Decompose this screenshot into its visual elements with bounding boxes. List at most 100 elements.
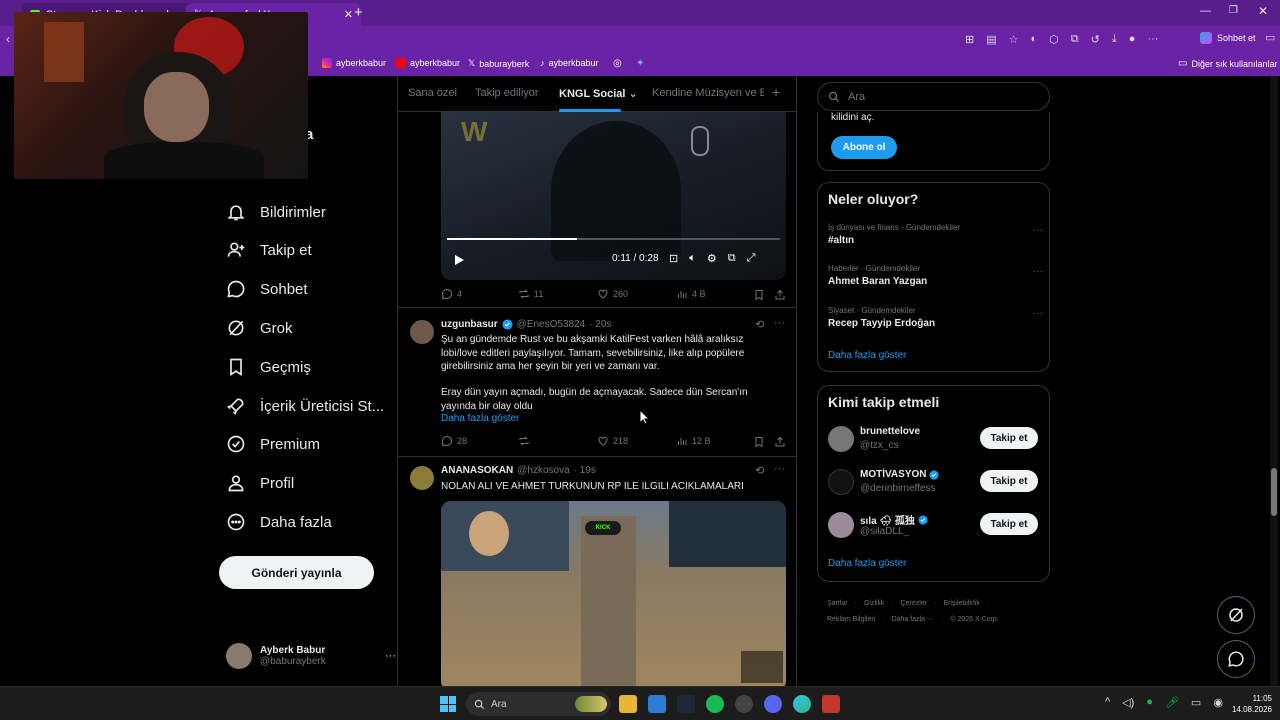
scrollbar-thumb[interactable] — [1271, 468, 1277, 516]
nav-grok[interactable]: Grok — [226, 309, 396, 347]
sparkle-icon[interactable]: ✦ — [636, 58, 644, 69]
windows-start-icon[interactable] — [440, 696, 456, 712]
chevron-up-icon[interactable]: ^ — [1105, 696, 1110, 709]
follow-suggestion[interactable]: sıla 🌧 孤独 @silaDLL_ Takip et — [828, 510, 1041, 540]
video-player[interactable]: W 0:11 / 0:28 ⊡ 🔈︎ ⚙︎ ⧉ ⤢ — [441, 106, 786, 280]
copilot-icon[interactable]: ◐ — [1031, 33, 1038, 46]
profile-avatar[interactable]: ● — [1129, 33, 1136, 46]
share-icon[interactable] — [774, 436, 786, 448]
wifi-icon[interactable]: ◉ — [1213, 696, 1223, 709]
footer-terms[interactable]: Şartlar — [827, 596, 848, 612]
grok-icon[interactable]: ⟲ — [755, 464, 764, 477]
more-icon[interactable]: ··· — [774, 463, 785, 475]
captions-icon[interactable]: ⊡ — [669, 252, 678, 265]
repost-button[interactable] — [518, 435, 534, 447]
other-bookmarks[interactable]: ▭ Diğer sık kullanılanlar — [1178, 58, 1278, 69]
post-button[interactable]: Gönderi yayınla — [219, 556, 374, 589]
share-icon[interactable] — [774, 289, 786, 301]
display-icon[interactable]: ▭ — [1191, 696, 1201, 709]
show-more-link[interactable]: Daha fazla göster — [828, 350, 906, 361]
steam-icon[interactable] — [677, 695, 695, 713]
settings-gear-icon[interactable]: ⚙︎ — [707, 252, 717, 265]
post-video-thumbnail[interactable]: KICK — [441, 501, 786, 686]
video-progress-track[interactable] — [447, 238, 780, 240]
add-tab-button[interactable]: + — [772, 84, 780, 100]
bookmark-youtube[interactable]: ayberkbabur — [396, 58, 460, 68]
favorite-star-icon[interactable]: ☆ — [1009, 33, 1019, 46]
file-explorer-icon[interactable] — [619, 695, 637, 713]
photos-icon[interactable] — [648, 695, 666, 713]
follow-suggestion[interactable]: brunettelove @tzx_cs Takip et — [828, 424, 1041, 454]
nav-chat[interactable]: Sohbet — [226, 270, 396, 308]
follow-suggestion[interactable]: MOTİVASYON @derinbirneffess Takip et — [828, 467, 1041, 497]
clock[interactable]: 11:05 14.08.2026 — [1228, 693, 1272, 715]
bookmark-tiktok[interactable]: ♪ ayberkbabur — [540, 58, 599, 68]
dock-icon[interactable]: ⧉ — [728, 252, 736, 265]
nav-follow[interactable]: Takip et — [226, 231, 396, 269]
show-more-link[interactable]: Daha fazla göster — [441, 413, 519, 424]
avatar[interactable] — [410, 320, 434, 344]
bookmark-instagram[interactable]: ayberkbabur — [322, 58, 386, 68]
account-switcher[interactable]: Ayberk Babur @baburayberk ··· — [226, 641, 396, 671]
taskbar-search[interactable]: Ara — [466, 692, 611, 716]
nav-premium[interactable]: Premium — [226, 425, 396, 463]
volume-icon[interactable]: ◁) — [1122, 696, 1134, 709]
post-time[interactable]: · 19s — [574, 465, 596, 476]
play-icon[interactable] — [453, 254, 465, 266]
restore-icon[interactable]: ❐ — [1229, 5, 1238, 16]
more-icon[interactable]: ··· — [385, 650, 396, 662]
minimize-icon[interactable]: — — [1200, 5, 1211, 17]
download-icon[interactable]: ⤓ — [1112, 33, 1117, 46]
follow-button[interactable]: Takip et — [980, 470, 1038, 492]
more-icon[interactable]: ··· — [1033, 266, 1043, 277]
bookmark-icon[interactable] — [753, 289, 765, 301]
footer-privacy[interactable]: Gizlilik — [864, 596, 884, 612]
nav-bookmarks[interactable]: Geçmiş — [226, 348, 396, 386]
like-button[interactable]: 260 — [597, 288, 628, 300]
messages-floating-button[interactable] — [1217, 640, 1255, 678]
show-more-link[interactable]: Daha fazla göster — [828, 558, 906, 569]
search-input[interactable]: Ara — [817, 82, 1050, 111]
nav-notifications[interactable]: Bildirimler — [226, 193, 396, 231]
reply-button[interactable]: 28 — [441, 435, 467, 447]
reply-button[interactable]: 4 — [441, 288, 462, 300]
tweet-post[interactable]: ANANASOKAN @hzkosova · 19s ⟲ ··· NOLAN A… — [398, 458, 796, 686]
post-time[interactable]: · 20s — [589, 319, 611, 330]
author-handle[interactable]: @hzkosova — [517, 465, 569, 476]
trend-item[interactable]: İş dünyası ve finans · Gündemdekiler #al… — [828, 223, 1043, 253]
nav-more[interactable]: Daha fazla — [226, 503, 396, 541]
microphone-icon[interactable]: 🎤︎ — [1165, 696, 1179, 709]
follow-button[interactable]: Takip et — [980, 513, 1038, 535]
collections-icon[interactable]: ⧉ — [1071, 33, 1079, 46]
new-tab-button[interactable]: + — [354, 4, 363, 21]
spotify-icon[interactable] — [706, 695, 724, 713]
app-red-icon[interactable] — [822, 695, 840, 713]
grok-floating-button[interactable] — [1217, 596, 1255, 634]
copilot-chat-button[interactable]: Sohbet et — [1200, 32, 1256, 44]
footer-ads-info[interactable]: Reklam Bilgileri — [827, 612, 875, 628]
green-status-icon[interactable]: ● — [1146, 696, 1153, 709]
back-icon[interactable]: ‹ — [6, 32, 10, 46]
tab-for-you[interactable]: Sana özel — [408, 87, 457, 99]
footer-cookies[interactable]: Çerezler — [901, 596, 927, 612]
app-icon[interactable] — [735, 695, 753, 713]
page-scrollbar[interactable] — [1270, 76, 1278, 686]
more-icon[interactable]: ··· — [1033, 308, 1043, 319]
follow-button[interactable]: Takip et — [980, 427, 1038, 449]
nav-profile[interactable]: Profil — [226, 464, 396, 502]
bookmark-x[interactable]: 𝕏 baburayberk — [468, 58, 529, 69]
author-name[interactable]: uzgunbasur — [441, 319, 498, 330]
bookmark-icon[interactable] — [753, 436, 765, 448]
like-button[interactable]: 218 — [597, 435, 628, 447]
footer-accessibility[interactable]: Erişilebilirlik — [943, 596, 980, 612]
edge-icon[interactable] — [793, 695, 811, 713]
trend-item[interactable]: Siyaset · Gündemdekiler Recep Tayyip Erd… — [828, 306, 1043, 336]
tab-following[interactable]: Takip ediliyor — [475, 87, 539, 99]
views-button[interactable]: 4 B — [676, 288, 706, 300]
nav-creator-studio[interactable]: İçerik Üreticisi St... — [226, 387, 396, 425]
footer-more[interactable]: Daha fazla ··· — [892, 612, 934, 628]
tab-kngl-social[interactable]: KNGL Social ⌄ — [559, 87, 638, 100]
volume-icon[interactable]: 🔈︎ — [689, 252, 696, 265]
extensions-icon[interactable]: ⬡ — [1049, 33, 1059, 46]
subscribe-button[interactable]: Abone ol — [831, 136, 897, 159]
